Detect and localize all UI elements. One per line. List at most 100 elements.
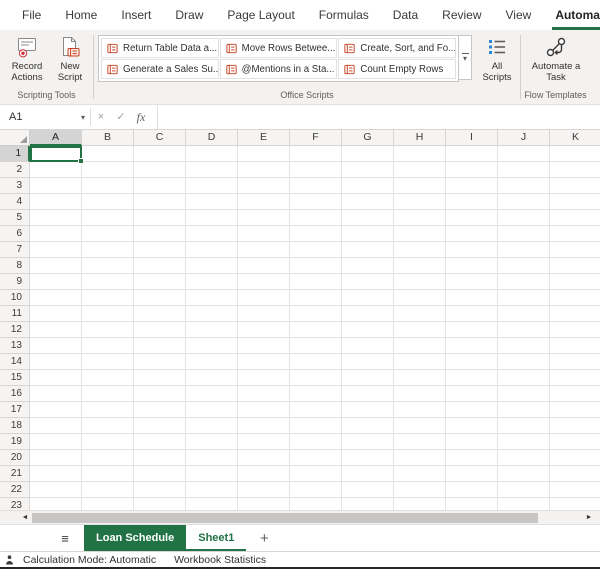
cell-g12[interactable] [342,322,394,338]
cell-i4[interactable] [446,194,498,210]
sheet-list-icon[interactable]: ≡ [54,525,76,551]
cell-d5[interactable] [186,210,238,226]
cell-j7[interactable] [498,242,550,258]
insert-function-button[interactable]: fx [131,105,151,129]
cell-i10[interactable] [446,290,498,306]
cell-j2[interactable] [498,162,550,178]
cell-g10[interactable] [342,290,394,306]
cell-c2[interactable] [134,162,186,178]
script-gallery-item-return-table-data-a[interactable]: Return Table Data a... [101,38,219,58]
row-header-23[interactable]: 23 [0,498,30,510]
cell-b12[interactable] [82,322,134,338]
cell-a1[interactable] [30,146,84,164]
cell-k21[interactable] [550,466,600,482]
cell-a9[interactable] [30,274,82,290]
cell-e21[interactable] [238,466,290,482]
cell-b4[interactable] [82,194,134,210]
cell-b21[interactable] [82,466,134,482]
cell-h11[interactable] [394,306,446,322]
cell-k20[interactable] [550,450,600,466]
cell-f1[interactable] [290,146,342,162]
cell-j21[interactable] [498,466,550,482]
cell-j14[interactable] [498,354,550,370]
cell-d6[interactable] [186,226,238,242]
cell-i12[interactable] [446,322,498,338]
cell-i13[interactable] [446,338,498,354]
cell-k23[interactable] [550,498,600,510]
cell-a3[interactable] [30,178,82,194]
cell-e23[interactable] [238,498,290,510]
cell-g21[interactable] [342,466,394,482]
cell-b19[interactable] [82,434,134,450]
cell-c1[interactable] [134,146,186,162]
cell-g23[interactable] [342,498,394,510]
cell-b22[interactable] [82,482,134,498]
cell-f13[interactable] [290,338,342,354]
cell-b16[interactable] [82,386,134,402]
row-header-2[interactable]: 2 [0,162,30,178]
cell-d1[interactable] [186,146,238,162]
cell-d12[interactable] [186,322,238,338]
cell-k17[interactable] [550,402,600,418]
cell-c13[interactable] [134,338,186,354]
column-header-d[interactable]: D [186,130,238,146]
column-header-f[interactable]: F [290,130,342,146]
cell-d10[interactable] [186,290,238,306]
column-header-c[interactable]: C [134,130,186,146]
cell-i3[interactable] [446,178,498,194]
cell-f11[interactable] [290,306,342,322]
cell-h13[interactable] [394,338,446,354]
row-header-3[interactable]: 3 [0,178,30,194]
cell-a15[interactable] [30,370,82,386]
cell-f6[interactable] [290,226,342,242]
cell-k19[interactable] [550,434,600,450]
cell-k9[interactable] [550,274,600,290]
cell-e5[interactable] [238,210,290,226]
cell-d14[interactable] [186,354,238,370]
cell-h8[interactable] [394,258,446,274]
cell-d8[interactable] [186,258,238,274]
cell-f20[interactable] [290,450,342,466]
cell-i7[interactable] [446,242,498,258]
cell-h21[interactable] [394,466,446,482]
cell-a20[interactable] [30,450,82,466]
cell-c6[interactable] [134,226,186,242]
cell-c12[interactable] [134,322,186,338]
cell-f8[interactable] [290,258,342,274]
cell-c23[interactable] [134,498,186,510]
cell-a6[interactable] [30,226,82,242]
cell-h9[interactable] [394,274,446,290]
new-script-button[interactable]: New Script [50,33,90,84]
cell-i2[interactable] [446,162,498,178]
cell-d2[interactable] [186,162,238,178]
cell-i11[interactable] [446,306,498,322]
cell-j23[interactable] [498,498,550,510]
cell-j16[interactable] [498,386,550,402]
cell-k12[interactable] [550,322,600,338]
scrollbar-thumb[interactable] [32,512,538,523]
cell-f16[interactable] [290,386,342,402]
cell-d3[interactable] [186,178,238,194]
cell-i23[interactable] [446,498,498,510]
cell-g3[interactable] [342,178,394,194]
row-header-4[interactable]: 4 [0,194,30,210]
cell-d18[interactable] [186,418,238,434]
cell-h15[interactable] [394,370,446,386]
cell-h10[interactable] [394,290,446,306]
cell-k16[interactable] [550,386,600,402]
cell-b14[interactable] [82,354,134,370]
cell-g18[interactable] [342,418,394,434]
cell-f5[interactable] [290,210,342,226]
calculation-mode-status[interactable]: Calculation Mode: Automatic [23,554,156,566]
cell-e8[interactable] [238,258,290,274]
cell-a18[interactable] [30,418,82,434]
cell-a23[interactable] [30,498,82,510]
cell-k5[interactable] [550,210,600,226]
cell-g14[interactable] [342,354,394,370]
row-header-8[interactable]: 8 [0,258,30,274]
row-header-16[interactable]: 16 [0,386,30,402]
cell-g13[interactable] [342,338,394,354]
cell-c15[interactable] [134,370,186,386]
cell-g11[interactable] [342,306,394,322]
cell-b3[interactable] [82,178,134,194]
